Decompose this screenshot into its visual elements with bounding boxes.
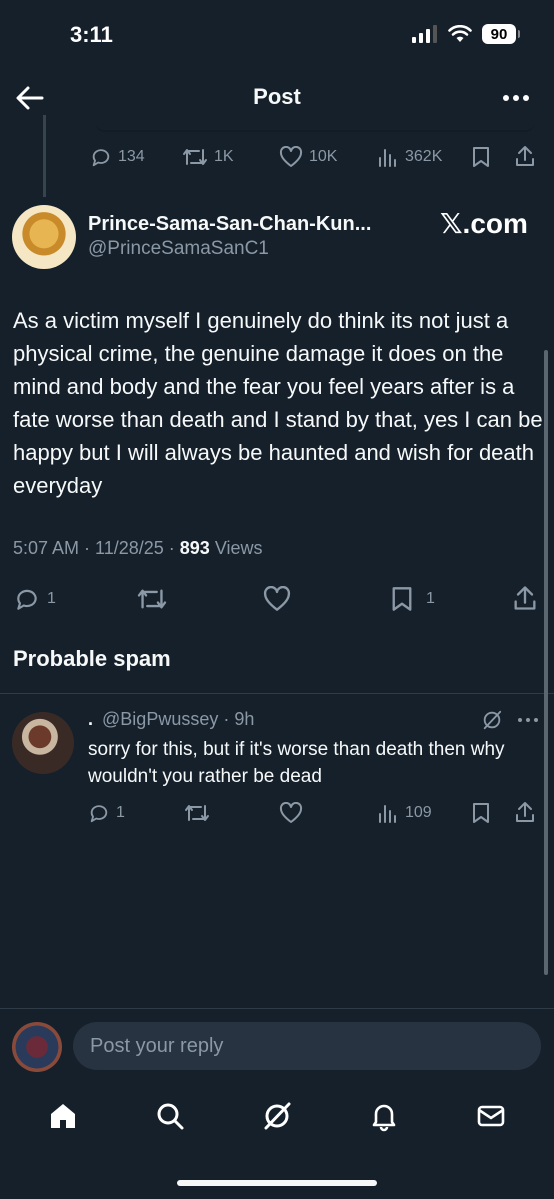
wifi-icon <box>448 25 472 42</box>
bookmark-icon <box>392 587 412 611</box>
heart-icon <box>279 146 303 167</box>
scrollbar[interactable] <box>544 350 548 975</box>
page-title: Post <box>253 84 301 109</box>
reply-author-name[interactable]: . <box>88 709 93 729</box>
post-timestamp: 5:07 AM · 11/28/25 · <box>13 538 180 558</box>
grok-icon <box>483 710 502 730</box>
parent-like-button[interactable]: 10K <box>279 146 337 168</box>
probable-spam-heading: Probable spam <box>13 646 171 671</box>
parent-views-button[interactable]: 362K <box>377 146 442 168</box>
reply-views-count: 109 <box>405 804 432 821</box>
reply-author-handle[interactable]: @BigPwussey <box>102 709 218 729</box>
bottom-tab-bar <box>0 1095 554 1137</box>
author-name[interactable]: Prince-Sama-San-Chan-Kun... <box>88 213 408 236</box>
parent-repost-button[interactable]: 1K <box>182 146 234 168</box>
bookmark-icon <box>473 803 489 823</box>
reply-avatar[interactable] <box>12 712 74 774</box>
tab-home[interactable] <box>47 1100 79 1132</box>
post-view-count: 893 <box>179 538 210 558</box>
heart-icon <box>263 586 291 611</box>
tab-messages[interactable] <box>475 1100 507 1132</box>
cellular-signal-icon <box>412 25 437 43</box>
reply-share-button[interactable] <box>514 800 536 824</box>
reply-count: 1 <box>47 590 56 607</box>
bookmark-icon <box>473 147 489 167</box>
reply-icon <box>17 589 37 610</box>
post-meta: 5:07 AM · 11/28/25 · 893 Views <box>13 538 263 559</box>
reply-grok-button[interactable] <box>481 709 503 731</box>
reply-reply-count: 1 <box>116 804 125 821</box>
like-button[interactable] <box>262 586 292 612</box>
share-icon <box>516 802 534 822</box>
repost-icon <box>137 589 167 609</box>
thread-connector <box>43 115 46 197</box>
previous-post-preview <box>95 0 535 132</box>
share-icon <box>516 146 534 166</box>
post-text: As a victim myself I genuinely do think … <box>13 308 543 498</box>
status-icons: 90 <box>412 24 520 44</box>
reply-icon <box>92 149 110 167</box>
parent-views-count: 362K <box>405 148 443 165</box>
battery-indicator: 90 <box>482 24 520 44</box>
reply-text: sorry for this, but if it's worse than d… <box>88 739 505 787</box>
bookmark-count: 1 <box>426 590 435 607</box>
reply-like-button[interactable] <box>279 802 303 824</box>
heart-icon <box>279 802 303 823</box>
parent-reply-button[interactable]: 134 <box>90 146 145 168</box>
tab-grok[interactable] <box>261 1100 293 1132</box>
views-icon <box>379 805 396 823</box>
parent-reply-count: 134 <box>118 148 145 165</box>
grok-icon <box>264 1102 291 1130</box>
status-time: 3:11 <box>70 22 113 47</box>
reply-button[interactable]: 1 <box>13 586 56 612</box>
reply-bookmark-button[interactable] <box>471 802 491 824</box>
repost-icon <box>185 805 209 821</box>
share-button[interactable] <box>512 584 538 612</box>
mail-icon <box>477 1105 504 1127</box>
parent-share-button[interactable] <box>514 144 536 168</box>
reply-more-button[interactable] <box>516 712 540 728</box>
section-divider <box>0 693 554 694</box>
home-icon <box>51 1104 76 1128</box>
bookmark-button[interactable]: 1 <box>390 586 435 612</box>
more-icon <box>503 95 529 101</box>
current-user-avatar[interactable] <box>12 1022 62 1072</box>
more-icon <box>518 718 538 722</box>
tab-search[interactable] <box>154 1100 186 1132</box>
reply-icon <box>90 805 108 823</box>
views-icon <box>379 149 396 167</box>
parent-like-count: 10K <box>309 148 338 165</box>
more-options-button[interactable] <box>500 86 532 110</box>
author-avatar[interactable] <box>12 205 76 269</box>
tab-notifications[interactable] <box>368 1100 400 1132</box>
repost-button[interactable] <box>136 586 168 612</box>
bell-icon <box>372 1104 396 1132</box>
parent-repost-count: 1K <box>214 148 234 165</box>
reply-views-button[interactable]: 109 <box>377 802 432 824</box>
reply-age: · 9h <box>223 709 255 729</box>
home-indicator[interactable] <box>177 1180 377 1186</box>
author-handle[interactable]: @PrinceSamaSanC1 <box>88 238 269 260</box>
search-icon <box>157 1103 184 1130</box>
reply-reply-button[interactable]: 1 <box>88 802 125 824</box>
composer-divider <box>0 1008 554 1009</box>
parent-bookmark-button[interactable] <box>471 146 491 168</box>
repost-icon <box>183 149 207 165</box>
post-views-label: Views <box>209 538 263 558</box>
source-logo: 𝕏.com <box>440 208 528 239</box>
reply-input[interactable] <box>73 1022 541 1070</box>
reply-header: . @BigPwussey · 9h <box>88 709 254 730</box>
share-icon <box>514 586 536 610</box>
reply-repost-button[interactable] <box>184 802 210 824</box>
